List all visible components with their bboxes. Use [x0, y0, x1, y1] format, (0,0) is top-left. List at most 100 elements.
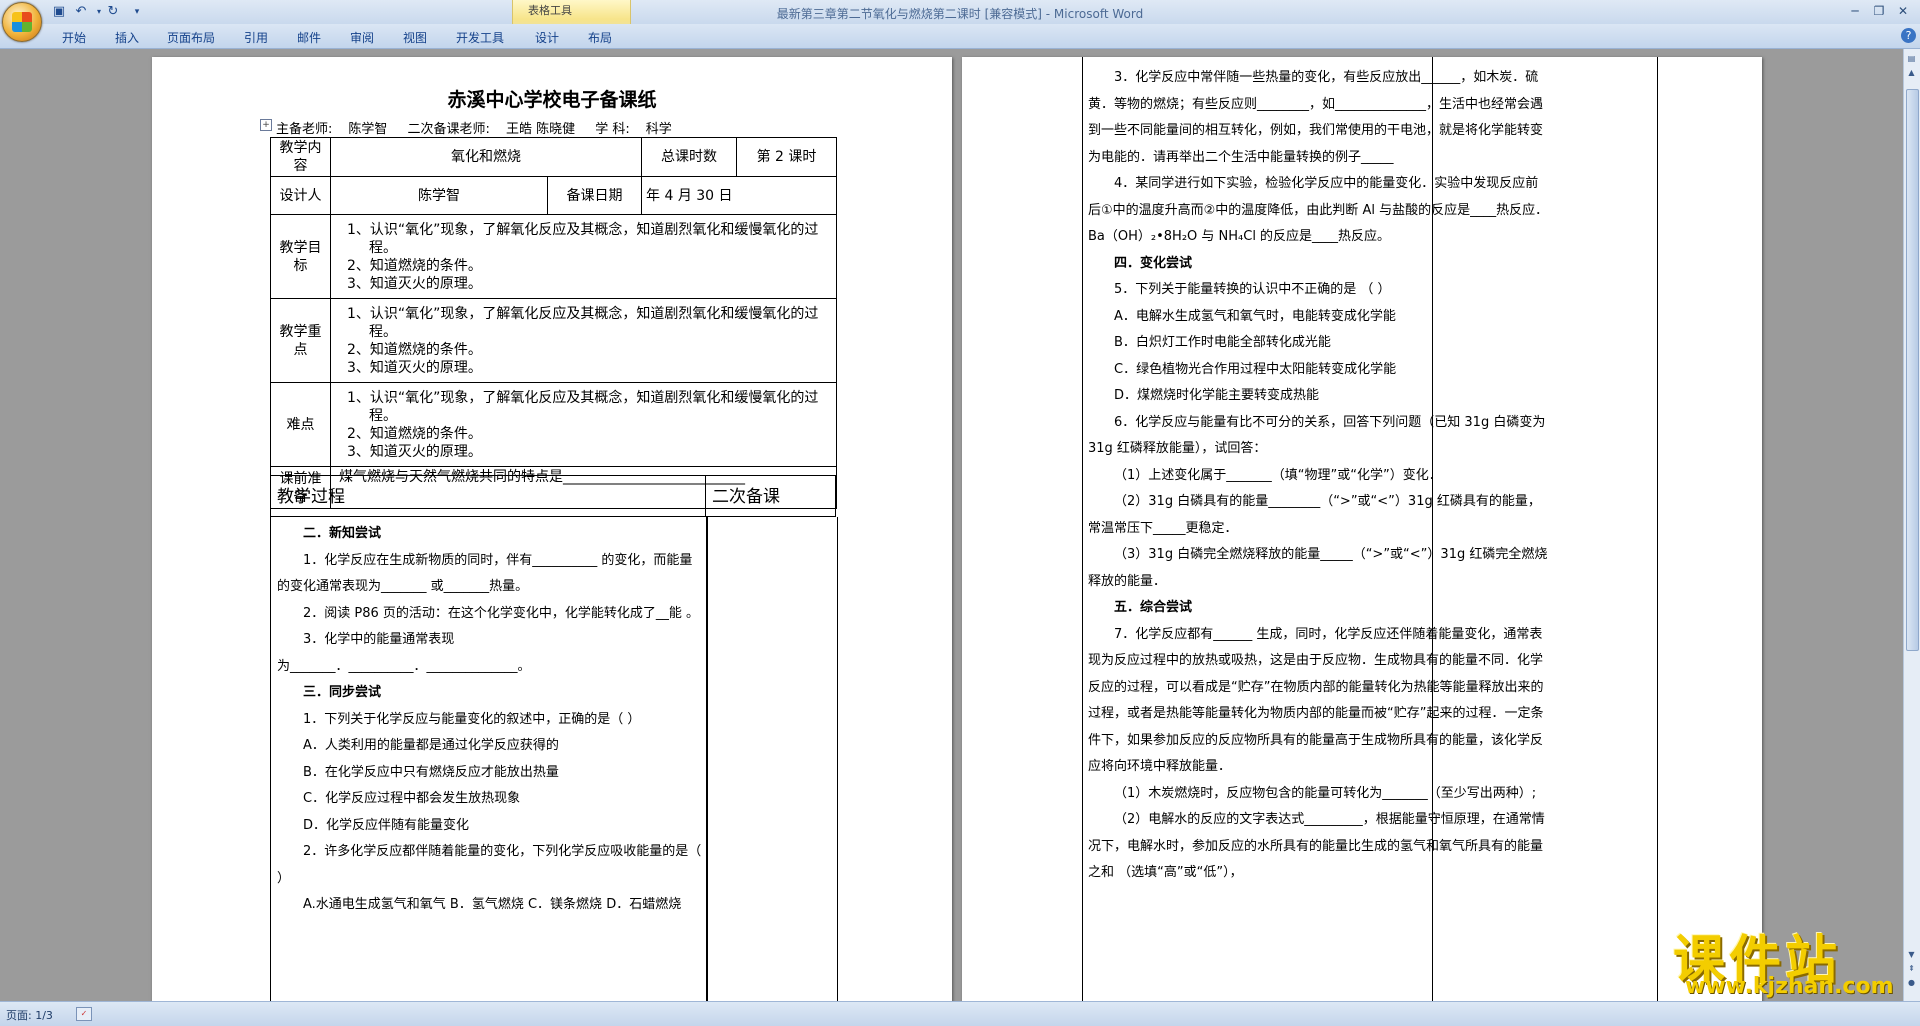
question-paragraph: 6．化学反应与能量有比不可分的关系，回答下列问题（已知 31g 白磷变为 31g…	[1088, 414, 1546, 457]
proofing-icon[interactable]: ✓	[76, 1007, 92, 1021]
total-hours-label-cell[interactable]: 总课时数	[641, 137, 738, 177]
close-icon[interactable]: ✕	[1892, 2, 1914, 20]
question-paragraph: （2）31g 白磷具有的能量________（“>”或“<”）31g 红磷具有的…	[1088, 494, 1541, 536]
question-paragraph: 1．化学反应在生成新物质的同时，伴有__________ 的变化，而能量的变化通…	[277, 552, 693, 595]
question-paragraph: B．在化学反应中只有燃烧反应才能放出热量	[303, 764, 559, 780]
question-paragraph: 4．某同学进行如下实验，检验化学反应中的能量变化．实验中发现反应前后①中的温度升…	[1088, 176, 1549, 244]
scroll-down-icon[interactable]: ▼	[1906, 949, 1917, 961]
second-prep-cell[interactable]	[706, 517, 838, 1001]
process-header[interactable]: 教学过程	[270, 475, 706, 517]
tab-design[interactable]: 设计	[535, 29, 559, 46]
question-paragraph: D．煤燃烧时化学能主要转变成热能	[1114, 388, 1320, 403]
second-teacher-label: 二次备课老师:	[407, 122, 490, 137]
lesson-plan-table: 教学内容 氧化和燃烧 总课时数 第 2 课时 设计人 陈学智 备课日期 年 4 …	[270, 137, 838, 509]
designer-label-cell[interactable]: 设计人	[270, 176, 331, 215]
tab-developer[interactable]: 开发工具	[456, 29, 504, 46]
main-teacher-value: 陈学智	[348, 122, 388, 137]
subject-label: 学 科:	[595, 122, 630, 137]
scroll-up-icon[interactable]: ▲	[1906, 67, 1917, 79]
teacher-info-line: 主备老师: 陈学智 二次备课老师: 王皓 陈晓健 学 科: 科学	[276, 118, 688, 137]
hour-value: 第 2 课时	[756, 149, 817, 165]
window-title: 最新第三章第二节氧化与燃烧第二课时 [兼容模式] - Microsoft Wor…	[776, 7, 1144, 21]
minimize-icon[interactable]: ─	[1844, 2, 1866, 20]
page2-text: 3．化学反应中常伴随一些热量的变化，有些反应放出______，如木炭．硫黄．等物…	[1088, 65, 1550, 887]
tab-home[interactable]: 开始	[62, 29, 86, 46]
designer-label: 设计人	[279, 187, 322, 204]
previous-page-icon[interactable]: ⇞	[1906, 963, 1917, 975]
status-bar: 页面: 1/3 ✓	[0, 1001, 1920, 1026]
question-paragraph: 2．阅读 P86 页的活动：在这个化学变化中，化学能转化成了__能 。	[303, 605, 700, 621]
question-paragraph: 2．许多化学反应都伴随着能量的变化，下列化学反应吸收能量的是（ ）	[277, 844, 702, 886]
goals-label: 教学目标	[279, 239, 322, 274]
difficulty-item: 3、知道灭火的原理。	[347, 443, 482, 460]
page-counter[interactable]: 页面: 1/3	[6, 1007, 53, 1023]
designer-value-cell[interactable]: 陈学智	[330, 176, 548, 215]
question-paragraph: （2）电解水的反应的文字表达式_________，根据能量守恒原理，在通常情况下…	[1088, 812, 1545, 880]
scrollbar-thumb[interactable]	[1906, 89, 1919, 651]
question-paragraph: 3．化学中的能量通常表现	[303, 632, 455, 647]
content-label-cell[interactable]: 教学内容	[270, 137, 331, 177]
question-paragraph: 5．下列关于能量转换的认识中不正确的是 （ ）	[1114, 282, 1391, 297]
main-teacher-label: 主备老师:	[276, 122, 333, 137]
goal-item: 2、知道燃烧的条件。	[347, 257, 482, 274]
second-prep-header[interactable]: 二次备课	[706, 475, 836, 517]
tab-page-layout[interactable]: 页面布局	[167, 29, 215, 46]
section-heading: 三．同步尝试	[303, 685, 382, 700]
hour-value-cell[interactable]: 第 2 课时	[736, 137, 838, 177]
kjzhan-watermark: 课件站 www.kjzhan.com	[1665, 918, 1905, 999]
question-paragraph: 3．化学反应中常伴随一些热量的变化，有些反应放出______，如木炭．硫黄．等物…	[1088, 70, 1544, 165]
question-paragraph: C．绿色植物光合作用过程中太阳能转变成化学能	[1114, 361, 1397, 377]
prep-date-label-cell[interactable]: 备课日期	[546, 176, 643, 215]
difficulty-item: 1、认识“氧化”现象，了解氧化反应及其概念，知道剧烈氧化和缓慢氧化的过程。	[347, 389, 819, 424]
tab-mailings[interactable]: 邮件	[297, 29, 321, 46]
document-page-1[interactable]: 赤溪中心学校电子备课纸 + 主备老师: 陈学智 二次备课老师: 王皓 陈晓健 学 科…	[152, 57, 952, 1001]
help-icon[interactable]: ?	[1901, 28, 1916, 43]
restore-icon[interactable]: ❐	[1868, 2, 1890, 20]
question-paragraph: D．化学反应伴随有能量变化	[303, 817, 470, 833]
designer-value: 陈学智	[418, 187, 460, 204]
difficulty-cell[interactable]: 1、认识“氧化”现象，了解氧化反应及其概念，知道剧烈氧化和缓慢氧化的过程。 2、…	[329, 382, 838, 467]
vertical-scrollbar[interactable]: ▤ ▲ ▼ ⇞ ●	[1903, 49, 1920, 1001]
document-page-2[interactable]: 3．化学反应中常伴随一些热量的变化，有些反应放出______，如木炭．硫黄．等物…	[962, 57, 1762, 1001]
process-cell[interactable]: 二．新知尝试 1．化学反应在生成新物质的同时，伴有__________ 的变化，而…	[270, 517, 708, 1001]
content-value: 氧化和燃烧	[451, 149, 521, 165]
key-point-item: 3、知道灭火的原理。	[347, 359, 482, 376]
key-points-cell[interactable]: 1、认识“氧化”现象，了解氧化反应及其概念，知道剧烈氧化和缓慢氧化的过程。 2、…	[329, 298, 838, 383]
question-paragraph: （1）上述变化属于_______（填“物理”或“化学”）变化．	[1114, 467, 1442, 483]
difficulty-item: 2、知道燃烧的条件。	[347, 425, 482, 442]
key-points-label-cell[interactable]: 教学重点	[270, 298, 331, 383]
document-workspace: 赤溪中心学校电子备课纸 + 主备老师: 陈学智 二次备课老师: 王皓 陈晓健 学 科…	[0, 49, 1904, 1001]
question-paragraph: A．电解水生成氢气和氧气时，电能转变成化学能	[1114, 308, 1396, 324]
page-title: 赤溪中心学校电子备课纸	[447, 89, 657, 111]
tab-references[interactable]: 引用	[244, 29, 268, 46]
ruler-toggle-icon[interactable]: ▤	[1906, 53, 1917, 65]
office-logo-icon	[12, 12, 32, 32]
section-heading: 二．新知尝试	[303, 526, 382, 541]
question-paragraph: B．白炽灯工作时电能全部转化成光能	[1114, 335, 1331, 350]
content-value-cell[interactable]: 氧化和燃烧	[329, 137, 643, 177]
goal-item: 3、知道灭火的原理。	[347, 275, 482, 292]
process-text: 二．新知尝试 1．化学反应在生成新物质的同时，伴有__________ 的变化，而…	[277, 521, 703, 919]
table-move-handle-icon[interactable]: +	[260, 119, 272, 131]
difficulty-label-cell[interactable]: 难点	[270, 382, 331, 467]
question-paragraph: 1．下列关于化学反应与能量变化的叙述中，正确的是（ ）	[303, 711, 641, 727]
subject-value: 科学	[645, 122, 672, 137]
total-hours-label: 总课时数	[661, 149, 718, 165]
tab-review[interactable]: 审阅	[350, 29, 374, 46]
prep-date-value-cell[interactable]: 年 4 月 30 日	[641, 176, 838, 215]
question-paragraph: A.水通电生成氢气和氧气 B．氢气燃烧 C．镁条燃烧 D．石蜡燃烧	[303, 897, 682, 912]
goals-cell[interactable]: 1、认识“氧化”现象，了解氧化反应及其概念，知道剧烈氧化和缓慢氧化的过程。 2、…	[329, 214, 838, 299]
goals-label-cell[interactable]: 教学目标	[270, 214, 331, 299]
content-label: 教学内容	[279, 140, 322, 174]
second-teacher-value: 王皓 陈晓健	[505, 122, 576, 137]
title-bar: ▣ ↶ ▾ ↻ ▾ 最新第三章第二节氧化与燃烧第二课时 [兼容模式] - Mic…	[0, 0, 1920, 24]
question-paragraph: 7．化学反应都有______ 生成，同时，化学反应还伴随着能量变化，通常表现为反…	[1088, 626, 1544, 775]
tab-insert[interactable]: 插入	[115, 29, 139, 46]
question-paragraph: C．化学反应过程中都会发生放热现象	[303, 791, 521, 806]
tab-view[interactable]: 视图	[403, 29, 427, 46]
browse-object-icon[interactable]: ●	[1906, 977, 1917, 989]
watermark-url: www.kjzhan.com	[1685, 974, 1894, 999]
difficulty-label: 难点	[286, 416, 315, 433]
tab-layout[interactable]: 布局	[588, 29, 612, 46]
office-button[interactable]	[2, 2, 42, 42]
